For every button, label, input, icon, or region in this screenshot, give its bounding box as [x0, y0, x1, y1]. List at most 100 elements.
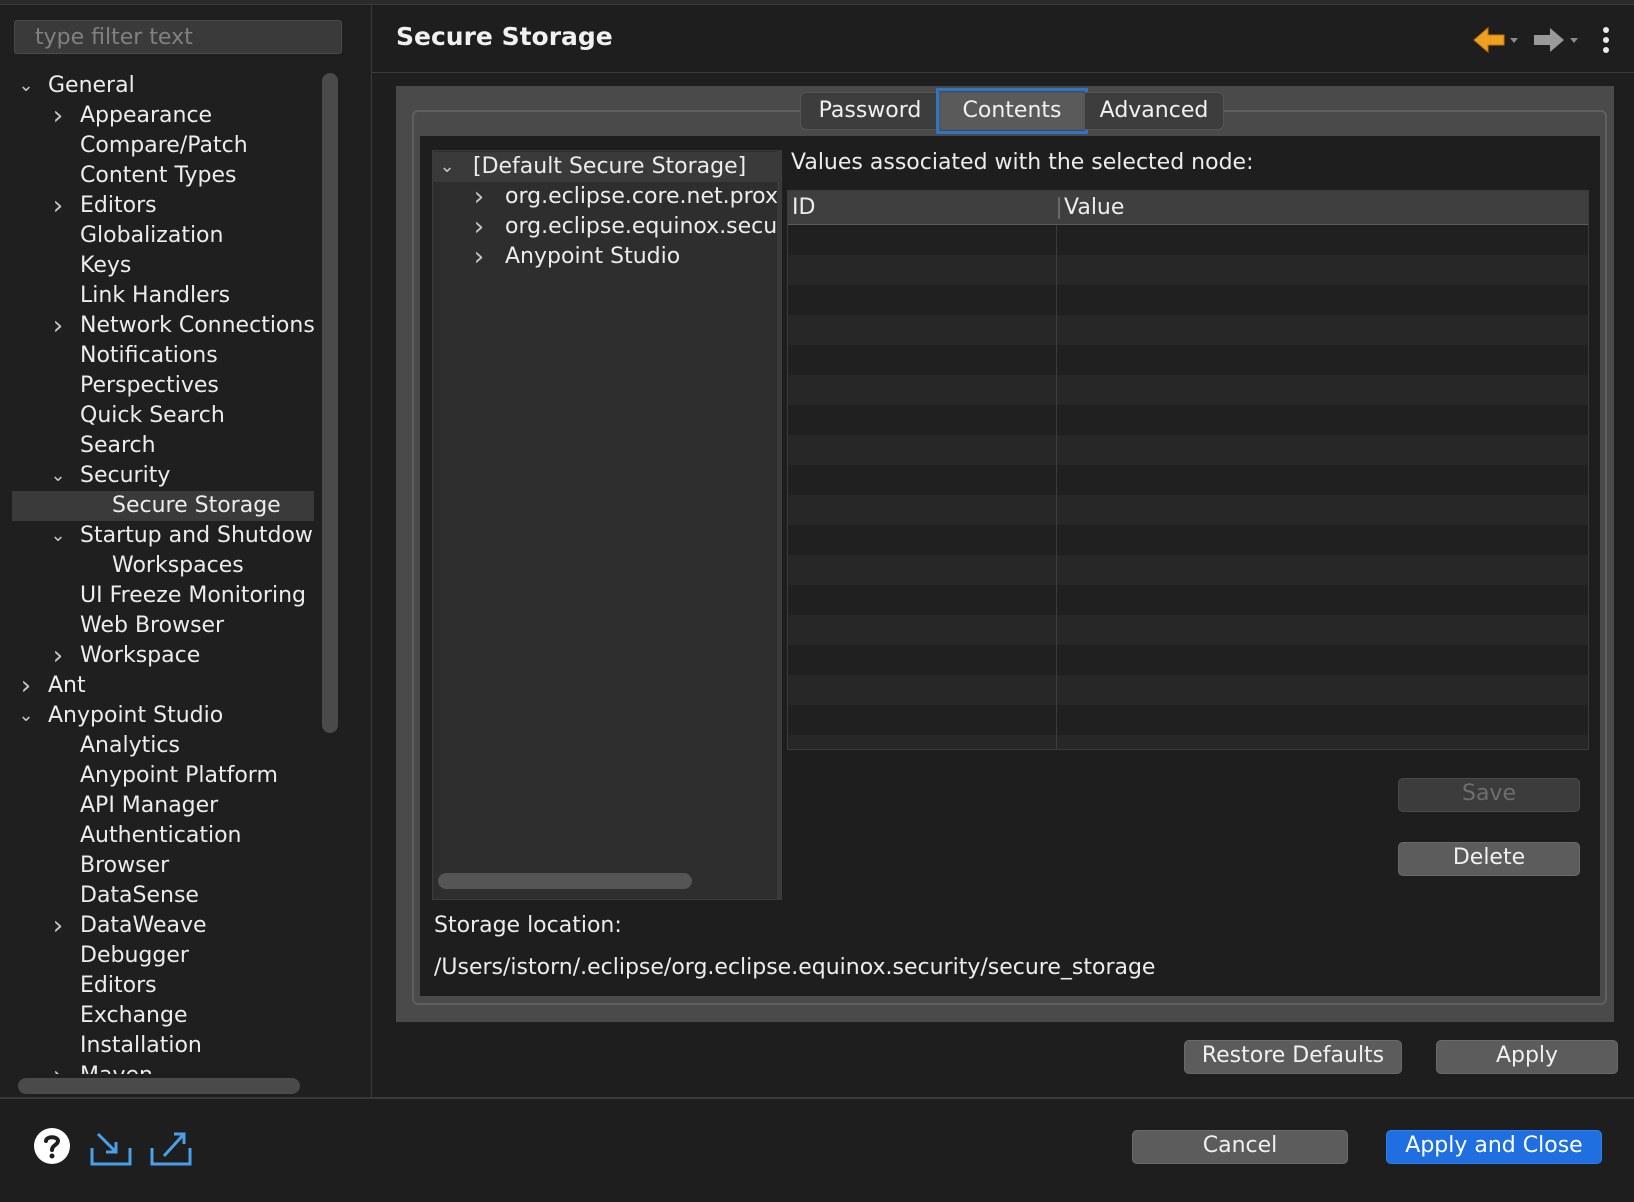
tree-item[interactable]: Secure Storage — [12, 491, 314, 521]
values-table[interactable]: ID Value — [787, 190, 1589, 750]
tree-item[interactable]: › Network Connections — [12, 311, 314, 341]
table-row[interactable] — [788, 555, 1588, 585]
preferences-tree[interactable]: ⌄ General › Appearance Compare/Patch Content … — [12, 67, 314, 1074]
help-icon[interactable] — [32, 1126, 72, 1166]
tree-item-label: Installation — [80, 1033, 202, 1058]
node-tree-item[interactable]: › Anypoint Studio — [433, 242, 781, 272]
tree-item[interactable]: Authentication — [12, 821, 314, 851]
table-row[interactable] — [788, 585, 1588, 615]
save-button[interactable]: Save — [1398, 778, 1580, 812]
view-menu-button[interactable] — [1594, 22, 1618, 58]
tree-item[interactable]: Content Types — [12, 161, 314, 191]
tree-item-label: UI Freeze Monitoring — [80, 583, 306, 608]
chevron-down-icon[interactable]: ⌄ — [46, 461, 70, 491]
tree-item[interactable]: Browser — [12, 851, 314, 881]
table-row[interactable] — [788, 645, 1588, 675]
tree-item[interactable]: ⌄ Startup and Shutdown — [12, 521, 314, 551]
node-tree-item-label: Anypoint Studio — [505, 244, 681, 269]
table-row[interactable] — [788, 495, 1588, 525]
node-tree-item[interactable]: ⌄ [Default Secure Storage] — [433, 152, 781, 182]
tree-item[interactable]: › DataWeave — [12, 911, 314, 941]
chevron-right-icon[interactable]: › — [46, 911, 70, 941]
chevron-right-icon[interactable]: › — [46, 311, 70, 341]
tree-item[interactable]: Link Handlers — [12, 281, 314, 311]
chevron-down-icon[interactable]: ⌄ — [14, 701, 38, 731]
tab-contents[interactable]: Contents — [936, 88, 1088, 134]
back-button[interactable] — [1470, 22, 1526, 58]
chevron-right-icon[interactable]: › — [467, 182, 491, 212]
secure-storage-node-tree[interactable]: ⌄ [Default Secure Storage] › org.eclipse.co… — [432, 150, 782, 900]
import-icon[interactable] — [88, 1128, 134, 1168]
table-row[interactable] — [788, 375, 1588, 405]
chevron-right-icon[interactable]: › — [46, 191, 70, 221]
tree-item[interactable]: ⌄ Security — [12, 461, 314, 491]
export-icon[interactable] — [148, 1126, 194, 1168]
table-row[interactable] — [788, 405, 1588, 435]
tree-item[interactable]: Globalization — [12, 221, 314, 251]
forward-button[interactable] — [1530, 22, 1586, 58]
tree-item[interactable]: Installation — [12, 1031, 314, 1061]
node-tree-horizontal-scrollbar[interactable] — [438, 873, 692, 889]
tree-item[interactable]: ⌄ General — [12, 71, 314, 101]
tree-item-label: Startup and Shutdown — [80, 523, 314, 548]
tree-item[interactable]: › Workspace — [12, 641, 314, 671]
tree-item[interactable]: API Manager — [12, 791, 314, 821]
chevron-down-icon[interactable]: ⌄ — [435, 152, 459, 182]
table-row[interactable] — [788, 735, 1588, 749]
table-row[interactable] — [788, 465, 1588, 495]
tree-item[interactable]: Notifications — [12, 341, 314, 371]
tree-item[interactable]: › Maven — [12, 1061, 314, 1074]
tree-item[interactable]: Perspectives — [12, 371, 314, 401]
tree-item[interactable]: Debugger — [12, 941, 314, 971]
tree-item[interactable]: Quick Search — [12, 401, 314, 431]
tree-horizontal-scrollbar[interactable] — [18, 1078, 300, 1094]
table-row[interactable] — [788, 705, 1588, 735]
tree-item[interactable]: UI Freeze Monitoring — [12, 581, 314, 611]
chevron-right-icon[interactable]: › — [46, 101, 70, 131]
table-row[interactable] — [788, 345, 1588, 375]
tree-item[interactable]: DataSense — [12, 881, 314, 911]
chevron-right-icon[interactable]: › — [467, 242, 491, 272]
tree-vertical-scrollbar[interactable] — [322, 73, 338, 733]
node-tree-item[interactable]: › org.eclipse.core.net.proxy — [433, 182, 781, 212]
table-row[interactable] — [788, 255, 1588, 285]
tab-password[interactable]: Password — [800, 92, 940, 130]
column-header-id[interactable]: ID — [792, 191, 815, 225]
table-row[interactable] — [788, 315, 1588, 345]
chevron-right-icon[interactable]: › — [14, 671, 38, 701]
chevron-right-icon[interactable]: › — [46, 1061, 70, 1074]
node-tree-sash[interactable] — [777, 150, 782, 900]
filter-input[interactable] — [14, 20, 342, 54]
tree-item[interactable]: Keys — [12, 251, 314, 281]
chevron-right-icon[interactable]: › — [46, 641, 70, 671]
restore-defaults-button[interactable]: Restore Defaults — [1184, 1040, 1402, 1074]
table-row[interactable] — [788, 225, 1588, 255]
tree-item[interactable]: Web Browser — [12, 611, 314, 641]
tree-item[interactable]: Anypoint Platform — [12, 761, 314, 791]
chevron-down-icon[interactable]: ⌄ — [46, 521, 70, 551]
chevron-right-icon[interactable]: › — [467, 212, 491, 242]
tree-item[interactable]: Exchange — [12, 1001, 314, 1031]
tree-item[interactable]: Editors — [12, 971, 314, 1001]
tree-item[interactable]: › Appearance — [12, 101, 314, 131]
column-header-value[interactable]: Value — [1058, 197, 1124, 219]
apply-and-close-button[interactable]: Apply and Close — [1386, 1130, 1602, 1164]
delete-button[interactable]: Delete — [1398, 842, 1580, 876]
tab-advanced[interactable]: Advanced — [1084, 92, 1224, 130]
cancel-button[interactable]: Cancel — [1132, 1130, 1348, 1164]
apply-button[interactable]: Apply — [1436, 1040, 1618, 1074]
node-tree-item[interactable]: › org.eclipse.equinox.secure — [433, 212, 781, 242]
table-row[interactable] — [788, 615, 1588, 645]
chevron-down-icon[interactable]: ⌄ — [14, 71, 38, 101]
table-row[interactable] — [788, 675, 1588, 705]
tree-item[interactable]: Analytics — [12, 731, 314, 761]
tree-item[interactable]: Search — [12, 431, 314, 461]
tree-item[interactable]: › Ant — [12, 671, 314, 701]
tree-item[interactable]: Compare/Patch — [12, 131, 314, 161]
tree-item[interactable]: › Editors — [12, 191, 314, 221]
tree-item[interactable]: Workspaces — [12, 551, 314, 581]
table-row[interactable] — [788, 525, 1588, 555]
tree-item[interactable]: ⌄ Anypoint Studio — [12, 701, 314, 731]
table-row[interactable] — [788, 285, 1588, 315]
table-row[interactable] — [788, 435, 1588, 465]
